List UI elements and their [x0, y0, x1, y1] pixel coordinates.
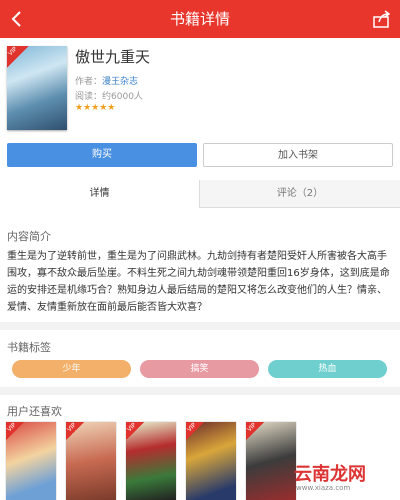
add-to-shelf-button[interactable]: 加入书架: [203, 143, 393, 167]
book-read-count: 阅读：约6000人: [75, 89, 143, 102]
vip-badge: VIP: [126, 422, 144, 440]
vip-badge: VIP: [186, 422, 204, 440]
section-divider: [0, 322, 400, 330]
action-buttons: 购买 加入书架: [0, 138, 400, 180]
tab-comments[interactable]: 评论（2）: [200, 180, 400, 208]
section-divider: [0, 387, 400, 395]
vip-badge: VIP: [6, 422, 24, 440]
book-cover-image: VIP: [7, 46, 67, 130]
watermark-text: 云南龙网: [294, 464, 366, 485]
reads-value: 约6000人: [102, 92, 143, 102]
vip-badge: VIP: [7, 46, 29, 68]
tags-heading: 书籍标签: [7, 341, 51, 354]
reads-label: 阅读：: [75, 92, 103, 102]
recommended-book-cover[interactable]: VIP: [246, 422, 296, 500]
buy-button[interactable]: 购买: [7, 143, 197, 167]
tag-rexue[interactable]: 热血: [268, 360, 387, 378]
author-link[interactable]: 漫王杂志: [102, 77, 138, 87]
tag-shaonian[interactable]: 少年: [12, 360, 131, 378]
watermark-url: www.xiaza.com: [296, 484, 351, 492]
recommended-book-cover[interactable]: VIP: [66, 422, 116, 500]
vip-badge: VIP: [246, 422, 264, 440]
author-label: 作者：: [75, 77, 103, 87]
vip-badge: VIP: [66, 422, 84, 440]
share-icon[interactable]: [372, 9, 392, 29]
book-author: 作者：漫王杂志: [75, 74, 138, 87]
recommended-book-cover[interactable]: VIP: [126, 422, 176, 500]
tag-gaoxiao[interactable]: 搞笑: [140, 360, 259, 378]
intro-heading: 内容简介: [7, 230, 51, 243]
recommended-book-cover[interactable]: VIP: [6, 422, 56, 500]
header-bar: 书籍详情: [0, 0, 400, 38]
book-title: 傲世九重天: [75, 48, 151, 66]
intro-text: 重生是为了逆转前世，重生是为了问鼎武林。九劫剑持有者楚阳受奸人所害被各大高手围攻…: [7, 251, 390, 313]
rating-stars: ★★★★★: [75, 103, 116, 113]
recommend-heading: 用户还喜欢: [7, 405, 62, 418]
tab-detail[interactable]: 详情: [0, 180, 200, 208]
detail-tabs: 详情 评论（2）: [0, 180, 400, 208]
page-title: 书籍详情: [169, 10, 230, 28]
book-info-panel: VIP 傲世九重天 作者：漫王杂志 阅读：约6000人 ★★★★★: [0, 38, 400, 138]
book-detail-page: 书籍详情 VIP 傲世九重天 作者：漫王杂志 阅读：约6000人 ★★★★★ 购…: [0, 0, 400, 500]
watermark-logo: 云南龙网 www.xiaza.com: [292, 452, 398, 498]
recommended-book-cover[interactable]: VIP: [186, 422, 236, 500]
